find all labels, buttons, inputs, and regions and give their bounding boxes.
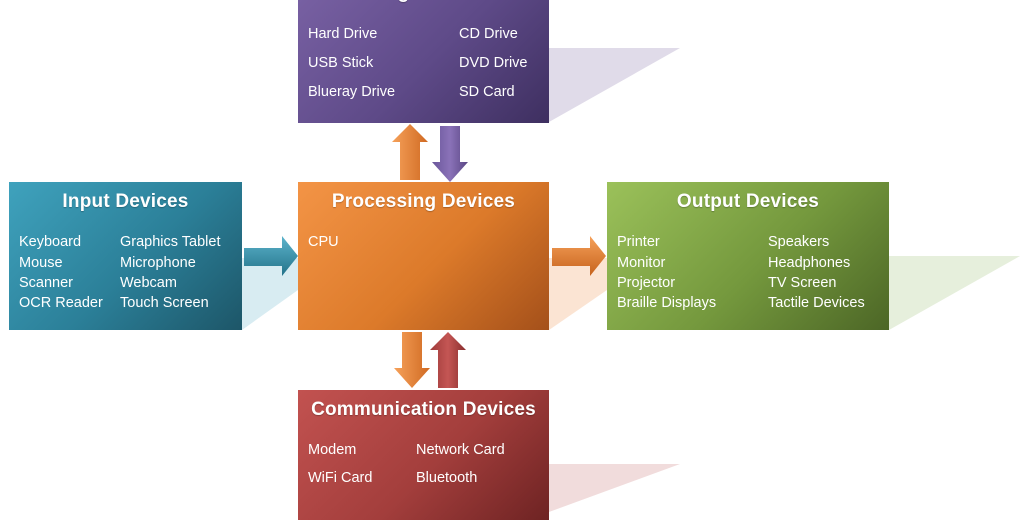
connector-arrows	[244, 124, 606, 388]
arrow-storage-to-processing	[432, 126, 468, 182]
arrow-processing-to-storage	[392, 124, 428, 180]
arrow-input-to-processing	[244, 236, 298, 276]
arrow-processing-to-comm	[394, 332, 430, 388]
arrow-processing-to-output	[552, 236, 606, 276]
arrow-comm-to-processing	[430, 332, 466, 388]
